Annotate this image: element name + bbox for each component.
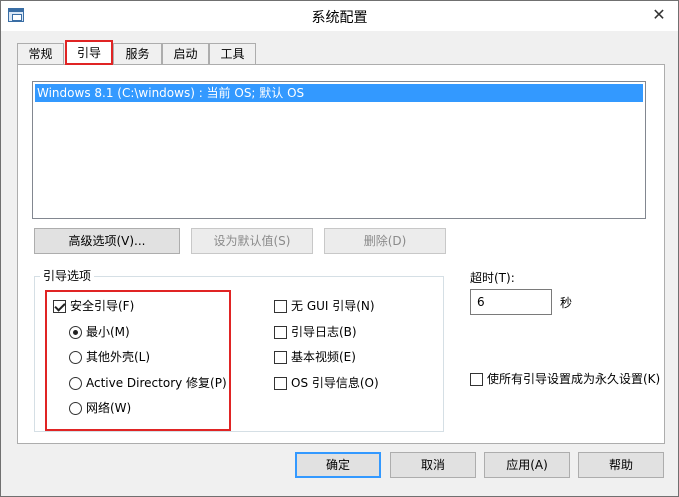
window-title: 系统配置: [311, 10, 368, 26]
tab-boot[interactable]: 引导: [65, 40, 113, 65]
boot-options-label: 引导选项: [40, 269, 95, 283]
tab-tools[interactable]: 工具: [209, 43, 256, 65]
radio-icon: [69, 377, 82, 390]
checkbox-icon: [274, 377, 287, 390]
timeout-unit: 秒: [560, 296, 573, 310]
close-icon[interactable]: ✕: [648, 5, 670, 25]
radio-icon: [69, 351, 82, 364]
checkbox-icon: [274, 326, 287, 339]
cancel-button[interactable]: 取消: [390, 452, 476, 478]
title-bar: 系统配置 ✕: [1, 1, 678, 31]
permanent-settings-checkbox[interactable]: 使所有引导设置成为永久设置(K): [470, 371, 660, 387]
checkbox-icon: [274, 351, 287, 364]
timeout-input[interactable]: 6: [470, 289, 552, 315]
checkbox-icon: [470, 373, 483, 386]
os-list-item[interactable]: Windows 8.1 (C:\windows) : 当前 OS; 默认 OS: [35, 84, 643, 102]
advanced-options-button[interactable]: 高级选项(V)...: [34, 228, 180, 254]
checkbox-checked-icon: [53, 300, 66, 313]
system-config-window: 系统配置 ✕ 常规 引导 服务 启动 工具 Windows 8.1 (C:\wi…: [0, 0, 679, 497]
help-button[interactable]: 帮助: [578, 452, 664, 478]
os-list[interactable]: Windows 8.1 (C:\windows) : 当前 OS; 默认 OS: [32, 81, 646, 219]
boot-tab-panel: Windows 8.1 (C:\windows) : 当前 OS; 默认 OS …: [17, 64, 665, 444]
ok-button[interactable]: 确定: [295, 452, 381, 478]
radio-checked-icon: [69, 326, 82, 339]
set-default-button[interactable]: 设为默认值(S): [191, 228, 313, 254]
tab-general[interactable]: 常规: [17, 43, 64, 65]
delete-button[interactable]: 删除(D): [324, 228, 446, 254]
timeout-label: 超时(T):: [470, 271, 515, 285]
tab-startup[interactable]: 启动: [162, 43, 209, 65]
tab-services[interactable]: 服务: [113, 43, 162, 65]
checkbox-icon: [274, 300, 287, 313]
apply-button[interactable]: 应用(A): [484, 452, 570, 478]
radio-icon: [69, 402, 82, 415]
